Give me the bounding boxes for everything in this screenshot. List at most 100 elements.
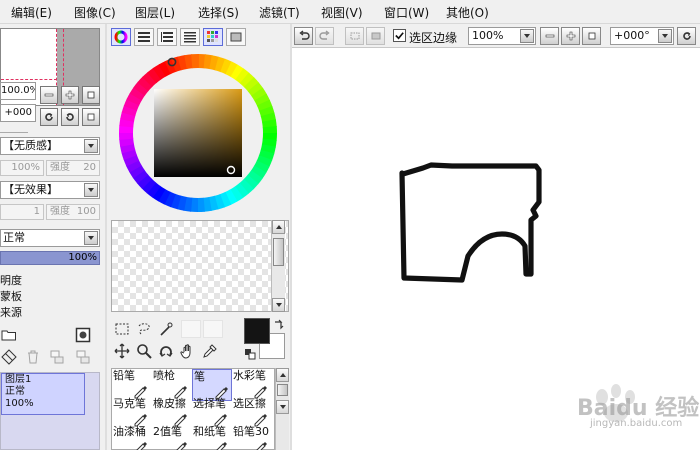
- rgb-slider-tab[interactable]: [134, 28, 154, 46]
- hue-ring-segment: [142, 71, 157, 88]
- brush-tool-grid: 铅笔 喷枪 笔 水彩笔 马克笔 橡皮擦 选择笔 选区擦 油漆桶 2值笔 和纸笔 铅笔30: [111, 368, 275, 450]
- menu-select[interactable]: 选择(S): [198, 4, 239, 21]
- hue-ring-segment: [250, 165, 267, 180]
- minus-icon: [44, 93, 54, 97]
- reset-colors-button[interactable]: [244, 348, 256, 363]
- scroll-up-button[interactable]: [272, 220, 285, 234]
- layer-mask-button[interactable]: [74, 326, 92, 344]
- hsv-color-wheel[interactable]: [115, 54, 285, 212]
- toolbar-zoom-in-button[interactable]: [561, 27, 580, 45]
- clear-layer-button[interactable]: [0, 348, 18, 366]
- panel-splitter[interactable]: [105, 24, 107, 450]
- eyedropper-tool[interactable]: [201, 342, 219, 360]
- swatches-tab[interactable]: [203, 28, 223, 46]
- protect-opacity-option[interactable]: 明度: [0, 272, 22, 288]
- hue-ring-segment: [260, 112, 276, 123]
- lasso-tool[interactable]: [135, 320, 153, 338]
- navigator-rotation-field[interactable]: +000: [0, 104, 36, 122]
- toolbar-rotate-left-button[interactable]: [677, 27, 696, 45]
- square-icon: [87, 91, 95, 99]
- primary-color-swatch-front[interactable]: [244, 318, 270, 344]
- magic-wand-tool[interactable]: [157, 320, 175, 338]
- toolbar-zoom-reset-button[interactable]: [582, 27, 601, 45]
- zoom-in-button[interactable]: [61, 86, 79, 104]
- texture-select[interactable]: 【无质感】: [0, 137, 100, 155]
- clipping-option[interactable]: 蒙板: [0, 288, 22, 304]
- layer-item[interactable]: 图层1 正常 100%: [1, 373, 85, 415]
- menu-filter[interactable]: 滤镜(T): [259, 4, 300, 21]
- hue-ring-segment: [163, 191, 176, 208]
- rotate-tool[interactable]: [157, 342, 175, 360]
- tool-washi-pen[interactable]: 和纸笔: [192, 425, 232, 450]
- hsv-slider-tab[interactable]: [157, 28, 177, 46]
- texture-strength-slider[interactable]: 强度 20: [46, 160, 100, 176]
- redo-button[interactable]: [315, 27, 334, 45]
- effect-strength-slider[interactable]: 强度 100: [46, 204, 100, 220]
- menu-other[interactable]: 其他(O): [446, 4, 489, 21]
- tool-pencil30[interactable]: 铅笔30: [232, 425, 272, 450]
- swatch-scrollbar[interactable]: [271, 220, 285, 312]
- hue-ring-segment: [260, 144, 276, 155]
- blend-mode-select[interactable]: 正常: [0, 229, 100, 247]
- menu-window[interactable]: 窗口(W): [384, 4, 429, 21]
- plus-icon: [65, 90, 75, 100]
- scroll-down-button[interactable]: [272, 298, 285, 312]
- selection-source-option[interactable]: 来源: [0, 304, 22, 320]
- effect-select[interactable]: 【无效果】: [0, 181, 100, 199]
- deselect-icon: [350, 32, 359, 40]
- scroll-thumb[interactable]: [273, 238, 284, 266]
- zoom-reset-button[interactable]: [82, 86, 100, 104]
- layer-opacity-slider[interactable]: 100%: [0, 251, 100, 265]
- toolbar-zoom-out-button[interactable]: [540, 27, 559, 45]
- tool-bucket[interactable]: 油漆桶: [112, 425, 152, 450]
- hue-ring-segment: [184, 54, 194, 70]
- swap-colors-button[interactable]: [273, 319, 285, 334]
- move-icon: [114, 343, 130, 359]
- texture-scale-slider[interactable]: 100%: [0, 160, 44, 176]
- hue-ring-segment: [213, 194, 226, 210]
- scratchpad-tab[interactable]: [226, 28, 246, 46]
- hue-ring-segment: [137, 76, 153, 92]
- tool-scrollbar[interactable]: [275, 368, 289, 450]
- mask-icon: [75, 327, 91, 343]
- scroll-down-button[interactable]: [276, 400, 289, 414]
- effect-width-slider[interactable]: 1: [0, 204, 44, 220]
- hue-ring-segment: [235, 68, 250, 84]
- show-selection-label[interactable]: 选区边缘: [409, 29, 457, 46]
- navigator-zoom-field[interactable]: 100.0%: [0, 82, 36, 100]
- rect-select-tool[interactable]: [113, 320, 131, 338]
- tool-binary-pen[interactable]: 2值笔: [152, 425, 192, 450]
- menu-image[interactable]: 图像(C): [74, 4, 116, 21]
- invert-selection-button[interactable]: [366, 27, 385, 45]
- new-folder-button[interactable]: [0, 326, 18, 344]
- undo-button[interactable]: [294, 27, 313, 45]
- merge-down-button[interactable]: [74, 348, 92, 366]
- deselect-button[interactable]: [345, 27, 364, 45]
- zoom-out-button[interactable]: [40, 86, 58, 104]
- menu-edit[interactable]: 编辑(E): [11, 4, 52, 21]
- rotate-right-button[interactable]: [61, 108, 79, 126]
- hue-ring-segment: [243, 77, 260, 92]
- rotation-combo[interactable]: +000°: [610, 27, 674, 45]
- hue-ring-segment: [209, 55, 220, 71]
- chevron-down-icon: [84, 183, 98, 197]
- scroll-up-button[interactable]: [276, 368, 289, 382]
- color-tool-panel: 铅笔 喷枪 笔 水彩笔 马克笔 橡皮擦 选择笔 选区擦 油漆桶 2值笔 和纸笔 铅笔30: [107, 24, 290, 450]
- hand-tool[interactable]: [179, 342, 197, 360]
- scroll-thumb[interactable]: [277, 384, 288, 396]
- menu-view[interactable]: 视图(V): [321, 4, 363, 21]
- hue-ring-segment: [224, 189, 238, 206]
- menu-layer[interactable]: 图层(L): [135, 4, 175, 21]
- drawn-stroke: [399, 162, 542, 283]
- move-tool[interactable]: [113, 342, 131, 360]
- mixer-tab[interactable]: [180, 28, 200, 46]
- rotate-left-button[interactable]: [40, 108, 58, 126]
- rotate-reset-button[interactable]: [82, 108, 100, 126]
- show-selection-checkbox[interactable]: [393, 29, 406, 42]
- transfer-down-button[interactable]: [48, 348, 66, 366]
- color-wheel-tab[interactable]: [111, 28, 131, 46]
- zoom-tool[interactable]: [135, 342, 153, 360]
- zoom-combo[interactable]: 100%: [468, 27, 536, 45]
- swatch-palette[interactable]: [111, 220, 289, 312]
- delete-layer-button[interactable]: [24, 348, 42, 366]
